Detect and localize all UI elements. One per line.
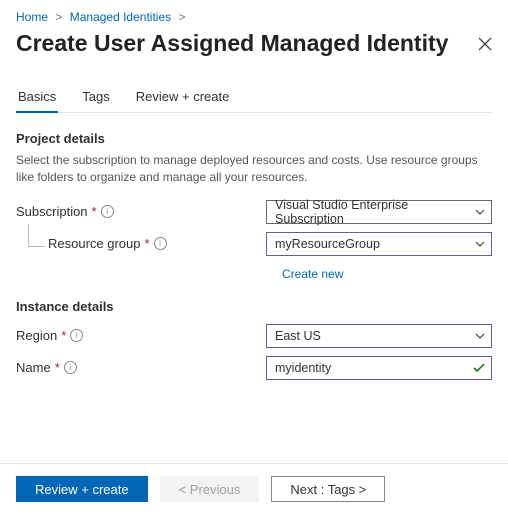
chevron-down-icon [475,207,485,217]
create-new-link[interactable]: Create new [282,267,343,281]
review-create-button[interactable]: Review + create [16,476,148,502]
info-icon[interactable]: i [101,205,114,218]
name-label: Name * i [16,360,266,375]
tabs: Basics Tags Review + create [16,83,492,113]
info-icon[interactable]: i [154,237,167,250]
tab-basics[interactable]: Basics [16,83,58,112]
section-project-details: Project details [16,131,492,146]
region-select[interactable]: East US [266,324,492,348]
region-value: East US [275,329,321,343]
breadcrumb: Home > Managed Identities > [16,10,492,24]
info-icon[interactable]: i [64,361,77,374]
required-indicator: * [92,204,97,219]
section-instance-details: Instance details [16,299,492,314]
chevron-down-icon [475,239,485,249]
previous-button: < Previous [160,476,260,502]
info-icon[interactable]: i [70,329,83,342]
tab-tags[interactable]: Tags [80,83,111,112]
required-indicator: * [145,236,150,251]
name-value: myidentity [275,361,331,375]
resource-group-label-text: Resource group [48,236,141,251]
resource-group-select[interactable]: myResourceGroup [266,232,492,256]
subscription-label: Subscription * i [16,204,266,219]
required-indicator: * [61,328,66,343]
breadcrumb-managed-identities[interactable]: Managed Identities [70,10,171,24]
breadcrumb-home[interactable]: Home [16,10,48,24]
name-input[interactable]: myidentity [266,356,492,380]
field-subscription: Subscription * i Visual Studio Enterpris… [16,200,492,224]
create-new-row: Create new [282,264,492,281]
breadcrumb-sep: > [55,10,62,24]
field-resource-group: Resource group * i myResourceGroup [16,232,492,256]
resource-group-label: Resource group * i [48,236,266,251]
chevron-down-icon [475,331,485,341]
field-name: Name * i myidentity [16,356,492,380]
page-title: Create User Assigned Managed Identity [16,30,448,57]
close-icon[interactable] [478,37,492,51]
subscription-value: Visual Studio Enterprise Subscription [275,198,467,226]
region-label: Region * i [16,328,266,343]
region-label-text: Region [16,328,57,343]
check-icon [473,362,485,374]
subscription-select[interactable]: Visual Studio Enterprise Subscription [266,200,492,224]
name-label-text: Name [16,360,51,375]
field-region: Region * i East US [16,324,492,348]
project-details-description: Select the subscription to manage deploy… [16,152,492,186]
title-row: Create User Assigned Managed Identity [16,30,492,57]
tab-review-create[interactable]: Review + create [134,83,232,112]
resource-group-value: myResourceGroup [275,237,380,251]
next-button[interactable]: Next : Tags > [271,476,385,502]
required-indicator: * [55,360,60,375]
breadcrumb-sep: > [178,10,185,24]
subscription-label-text: Subscription [16,204,88,219]
footer: Review + create < Previous Next : Tags > [0,463,508,520]
